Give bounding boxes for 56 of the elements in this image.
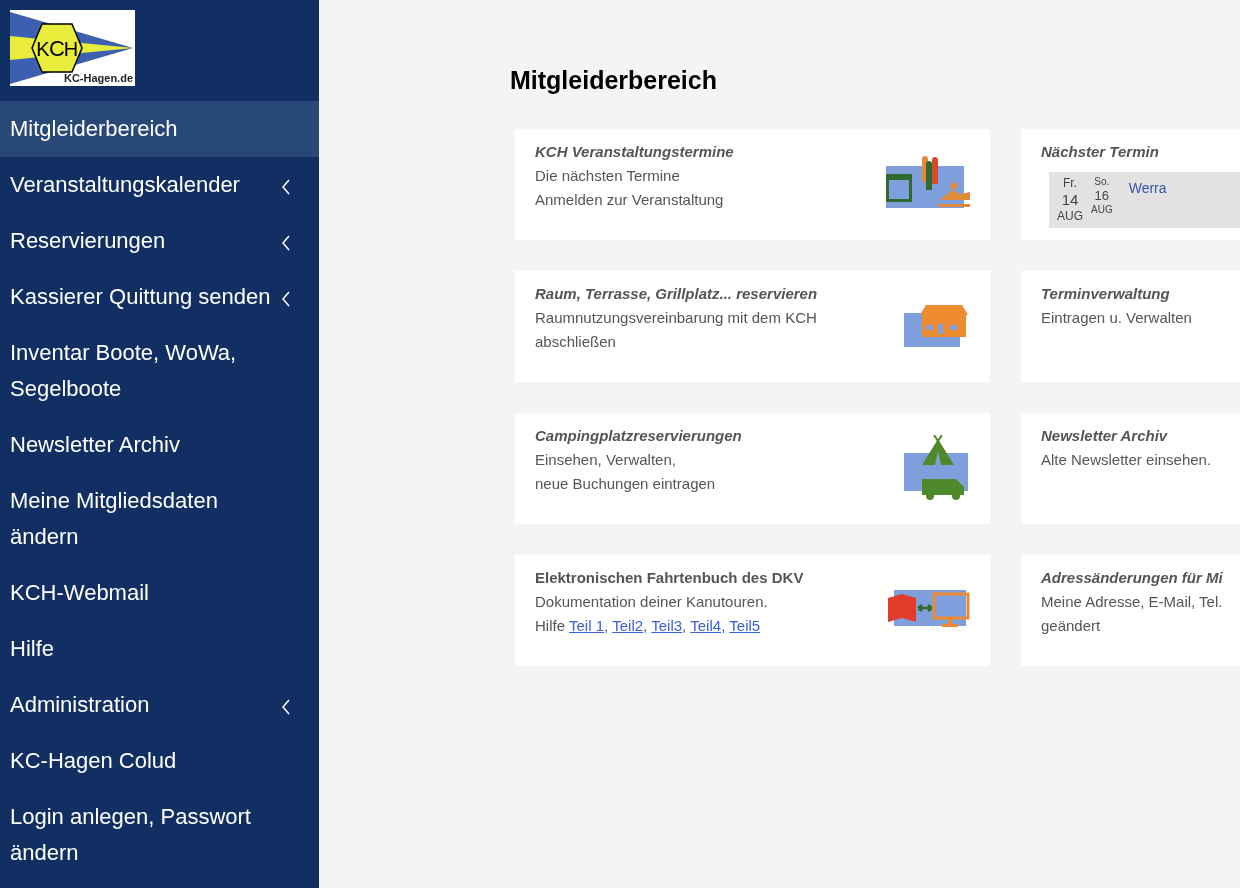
sidebar-item[interactable]: Mitgleiderbereich [0, 101, 319, 157]
date-day: 14 [1061, 190, 1079, 210]
card-text: Einsehen, Verwalten, [535, 449, 677, 470]
book-monitor-icon [888, 589, 970, 630]
card-text: Eintragen u. Verwalten [1041, 307, 1192, 328]
card-text: Meine Adresse, E-Mail, Tel. [1041, 591, 1223, 612]
menu-card[interactable]: Adressänderungen für Mi Meine Adresse, E-Mail, Tel. geändert [1021, 554, 1240, 666]
menu-card[interactable]: Newsletter Archiv Alte Newsletter einsehen. [1021, 412, 1240, 524]
card-text: geändert [1041, 615, 1102, 636]
card-text: Die nächsten Termine [535, 165, 681, 186]
link-separator: , [643, 615, 648, 636]
help-label: Hilfe [535, 615, 565, 636]
menu-card[interactable]: Elektronischen Fahrtenbuch des DKV Dokumentation deiner Kanutouren. Hilfe Teil 1, Teil2, Teil3, Teil4, Teil5 [515, 554, 990, 666]
sidebar-item[interactable]: Login anlegen, Passwort ändern [0, 789, 319, 881]
sidebar-item[interactable]: Hilfe [0, 621, 319, 677]
card-title[interactable]: Raum, Terrasse, Grillplatz... reservieren [535, 281, 818, 306]
menu-card[interactable]: KCH Veranstaltungstermine Die nächsten Termine Anmelden zur Veranstaltung [515, 128, 990, 240]
card-title[interactable]: Nächster Termin [1041, 139, 1240, 164]
card-title[interactable]: Adressänderungen für Mi [1041, 565, 1223, 590]
menu-card[interactable]: Campingplatzreservierungen Einsehen, Verwalten, neue Buchungen eintragen [515, 412, 990, 524]
card-title[interactable]: Newsletter Archiv [1041, 423, 1212, 448]
sidebar-item[interactable]: KC-Hagen Colud [0, 733, 319, 789]
date-month: AUG [1057, 209, 1083, 225]
sidebar-item[interactable]: Veranstaltungskalender [0, 157, 319, 213]
event-link[interactable]: Werra [1128, 175, 1167, 225]
card-text: neue Buchungen eintragen [535, 473, 717, 494]
date-month: AUG [1091, 204, 1113, 217]
card-title[interactable]: Terminverwaltung [1041, 281, 1192, 306]
sidebar-item[interactable]: Administration [0, 677, 319, 733]
menu-card[interactable]: Raum, Terrasse, Grillplatz... reservieren Raumnutzungsvereinbarung mit dem KCH abschließen [515, 270, 990, 382]
sidebar-item[interactable]: Inventar Boote, WoWa, Segelboote [0, 325, 319, 417]
card-title[interactable]: Elektronischen Fahrtenbuch des DKV [535, 565, 804, 590]
card-text: Alte Newsletter einsehen. [1041, 449, 1212, 470]
sidebar-item[interactable]: KCH-Webmail [0, 565, 319, 621]
card-title[interactable]: Campingplatzreservierungen [535, 423, 742, 448]
tent-camper-icon [904, 434, 970, 501]
card-text: Raumnutzungsvereinbarung mit dem KCH [535, 307, 818, 328]
link-separator: , [682, 615, 687, 636]
link-separator: , [604, 615, 609, 636]
card-title[interactable]: KCH Veranstaltungstermine [535, 139, 734, 164]
help-link[interactable]: Teil5 [729, 613, 761, 638]
link-separator: , [721, 615, 726, 636]
page-heading: Mitgleiderbereich [510, 65, 718, 96]
date-day: 16 [1094, 188, 1110, 205]
sidebar-item[interactable]: Reservierungen [0, 213, 319, 269]
menu-card[interactable]: Terminverwaltung Eintragen u. Verwalten [1021, 270, 1240, 382]
card-text: Anmelden zur Veranstaltung [535, 189, 725, 210]
sidebar-item[interactable]: Kassierer Quittung senden [0, 269, 319, 325]
club-logo[interactable]: KCH KC-Hagen.de [10, 10, 135, 86]
sidebar-item[interactable]: Meine Mitgliedsdaten ändern [0, 473, 319, 565]
sidebar-item[interactable]: Newsletter Archiv [0, 417, 319, 473]
card-text: Dokumentation deiner Kanutouren. [535, 591, 769, 612]
card-text: abschließen [535, 331, 617, 352]
date-weekday: So. [1094, 175, 1110, 188]
house-icon [904, 304, 970, 347]
date-weekday: Fr. [1063, 175, 1077, 191]
